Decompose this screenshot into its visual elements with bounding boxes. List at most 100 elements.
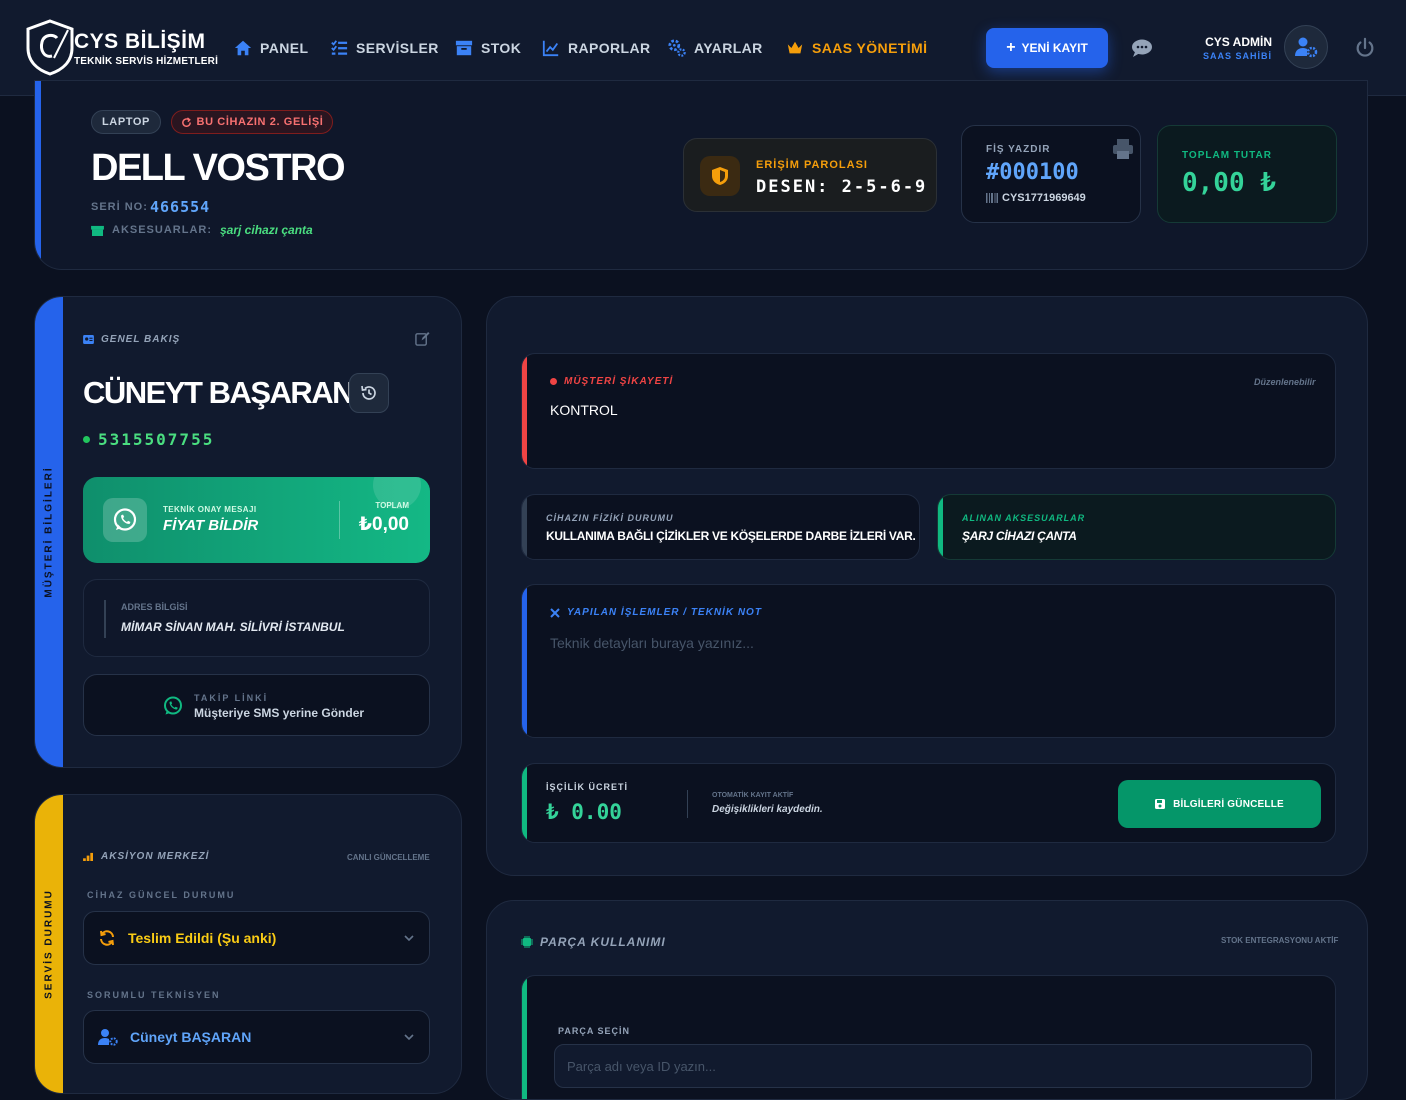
access-password-label: ERİŞİM PAROLASI — [756, 159, 868, 171]
sync-icon — [100, 930, 114, 946]
customer-history-button[interactable] — [349, 373, 389, 413]
online-dot — [83, 436, 90, 443]
stock-integration-label: STOK ENTEGRASYONU AKTİF — [1221, 936, 1339, 945]
part-search-input[interactable] — [554, 1044, 1312, 1088]
address-box: ADRES BİLGİSİ MİMAR SİNAN MAH. SİLİVRİ İ… — [83, 579, 430, 657]
customer-info-card: MÜŞTERİ BİLGİLERİ GENEL BAKIŞ CÜNEYT BAŞ… — [34, 296, 462, 768]
box-icon — [91, 225, 104, 236]
service-side-label: SERVİS DURUMU — [43, 889, 55, 999]
alert-dot-icon — [550, 378, 557, 385]
complaint-panel[interactable]: MÜŞTERİ ŞİKAYETİ Düzenlenebilir KONTROL — [521, 353, 1336, 469]
home-icon — [234, 40, 252, 56]
whatsapp-price-button[interactable]: TEKNİK ONAY MESAJI FİYAT BİLDİR TOPLAM ₺… — [83, 477, 430, 563]
avatar[interactable] — [1284, 25, 1328, 69]
device-status-label: CİHAZ GÜNCEL DURUMU — [87, 890, 236, 900]
parts-usage-card: PARÇA KULLANIMI STOK ENTEGRASYONU AKTİF … — [486, 900, 1368, 1100]
editable-hint: Düzenlenebilir — [1254, 377, 1316, 387]
part-select-label: PARÇA SEÇİN — [558, 1026, 631, 1036]
whatsapp-icon — [164, 696, 182, 715]
parts-usage-heading: PARÇA KULLANIMI — [521, 935, 666, 949]
nav-saas[interactable]: SAAS YÖNETİMİ — [786, 38, 927, 58]
action-center-label: AKSİYON MERKEZİ — [101, 851, 210, 862]
print-receipt-box[interactable]: FİŞ YAZDIR #000100 CYS1771969649 — [961, 125, 1141, 223]
update-info-label: BİLGİLERİ GÜNCELLE — [1173, 798, 1284, 810]
shield-icon — [700, 156, 740, 196]
labor-fee-label: İŞÇİLİK ÜCRETİ — [546, 782, 629, 792]
archive-icon — [455, 40, 473, 56]
signal-bars-icon — [83, 852, 93, 861]
nav-panel[interactable]: PANEL — [234, 38, 308, 58]
visit-count-badge: BU CİHAZIN 2. GELİŞİ — [171, 110, 333, 134]
tracking-link-button[interactable]: TAKİP LİNKİ Müşteriye SMS yerine Gönder — [83, 674, 430, 736]
chat-icon[interactable] — [1130, 36, 1154, 60]
customer-phone[interactable]: 5315507755 — [83, 430, 214, 449]
action-center-heading: AKSİYON MERKEZİ — [83, 851, 209, 862]
address-value: MİMAR SİNAN MAH. SİLİVRİ İSTANBUL — [121, 620, 345, 634]
customer-side-strip: MÜŞTERİ BİLGİLERİ — [35, 297, 63, 767]
user-name: CYS ADMİN — [1205, 35, 1272, 49]
complaint-heading: MÜŞTERİ ŞİKAYETİ — [550, 376, 673, 387]
live-update-label: CANLI GÜNCELLEME — [347, 853, 430, 862]
tracking-link-label: TAKİP LİNKİ — [194, 693, 269, 703]
total-amount-box: TOPLAM TUTAR 0,00 ₺ — [1157, 125, 1337, 223]
accessories-value: şarj cihazı çanta — [220, 223, 313, 237]
physical-condition-label: CİHAZIN FİZİKİ DURUMU — [546, 513, 674, 523]
whatsapp-total-value: ₺0,00 — [358, 514, 409, 535]
nav-settings-label: AYARLAR — [694, 40, 763, 56]
whatsapp-icon — [103, 498, 147, 542]
physical-condition-value: KULLANIMA BAĞLI ÇİZİKLER VE KÖŞELERDE DA… — [546, 529, 916, 543]
microchip-icon — [521, 936, 533, 948]
labor-accent-bar — [522, 764, 527, 842]
whatsapp-divider — [339, 501, 340, 539]
nav-services[interactable]: SERVİSLER — [330, 38, 439, 58]
accessories-label: AKSESUARLAR: — [112, 224, 212, 236]
chevron-down-icon — [404, 1034, 414, 1041]
user-gear-icon — [98, 1029, 118, 1046]
nav-reports[interactable]: RAPORLAR — [542, 38, 651, 58]
technical-notes-panel[interactable]: YAPILAN İŞLEMLER / TEKNİK NOT Teknik det… — [521, 584, 1336, 738]
device-accent-bar — [35, 81, 41, 269]
crown-icon — [787, 41, 803, 54]
receipt-number: #000100 — [986, 160, 1079, 185]
power-icon[interactable] — [1354, 37, 1376, 59]
chevron-down-icon — [404, 935, 414, 942]
plus-icon: + — [1006, 39, 1016, 56]
save-icon — [1155, 799, 1166, 809]
part-select-panel: PARÇA SEÇİN — [521, 975, 1336, 1099]
print-receipt-label: FİŞ YAZDIR — [986, 144, 1051, 155]
user-gear-icon — [1295, 37, 1318, 58]
device-title: DELL VOSTRO — [91, 147, 346, 189]
whatsapp-title: FİYAT BİLDİR — [163, 517, 259, 534]
nav-settings[interactable]: AYARLAR — [668, 38, 763, 58]
edit-icon[interactable] — [415, 331, 430, 346]
gears-icon — [668, 39, 686, 57]
nav-reports-label: RAPORLAR — [568, 40, 651, 56]
new-record-button[interactable]: + YENİ KAYIT — [986, 28, 1108, 68]
complaint-text[interactable]: KONTROL — [550, 402, 618, 418]
labor-fee-value[interactable]: ₺ 0.00 — [546, 800, 622, 824]
id-card-icon — [83, 335, 94, 344]
user-role: SAAS SAHİBİ — [1202, 51, 1272, 61]
physical-condition-panel: CİHAZIN FİZİKİ DURUMU KULLANIMA BAĞLI Çİ… — [521, 494, 920, 560]
nav-stock-label: STOK — [481, 40, 522, 56]
serial-label: SERİ NO: — [91, 201, 148, 213]
technician-select[interactable]: Cüneyt BAŞARAN — [83, 1010, 430, 1064]
new-record-label: YENİ KAYIT — [1021, 41, 1088, 55]
whatsapp-subtitle: TEKNİK ONAY MESAJI — [163, 505, 257, 514]
general-overview-heading: GENEL BAKIŞ — [83, 334, 180, 345]
receipt-code: CYS1771969649 — [1002, 192, 1086, 204]
barcode-icon — [986, 193, 998, 203]
brand-logo[interactable]: CYS BİLİŞİM TEKNİK SERVİS HİZMETLERİ — [24, 18, 218, 78]
device-status-select[interactable]: Teslim Edildi (Şu anki) — [83, 911, 430, 965]
technical-notes-heading: YAPILAN İŞLEMLER / TEKNİK NOT — [550, 607, 762, 618]
received-accessories-panel: ALINAN AKSESUARLAR ŞARJ CİHAZI ÇANTA — [937, 494, 1336, 560]
technician-value: Cüneyt BAŞARAN — [130, 1029, 252, 1045]
accessories-row: AKSESUARLAR: şarj cihazı çanta — [91, 223, 313, 237]
customer-name: CÜNEYT BAŞARAN — [83, 375, 355, 410]
nav-stock[interactable]: STOK — [455, 38, 521, 58]
service-details-card: MÜŞTERİ ŞİKAYETİ Düzenlenebilir KONTROL … — [486, 296, 1368, 876]
update-info-button[interactable]: BİLGİLERİ GÜNCELLE — [1118, 780, 1321, 828]
total-amount-label: TOPLAM TUTAR — [1182, 150, 1272, 161]
visit-count-label: BU CİHAZIN 2. GELİŞİ — [196, 116, 324, 128]
printer-icon[interactable] — [1112, 138, 1134, 160]
